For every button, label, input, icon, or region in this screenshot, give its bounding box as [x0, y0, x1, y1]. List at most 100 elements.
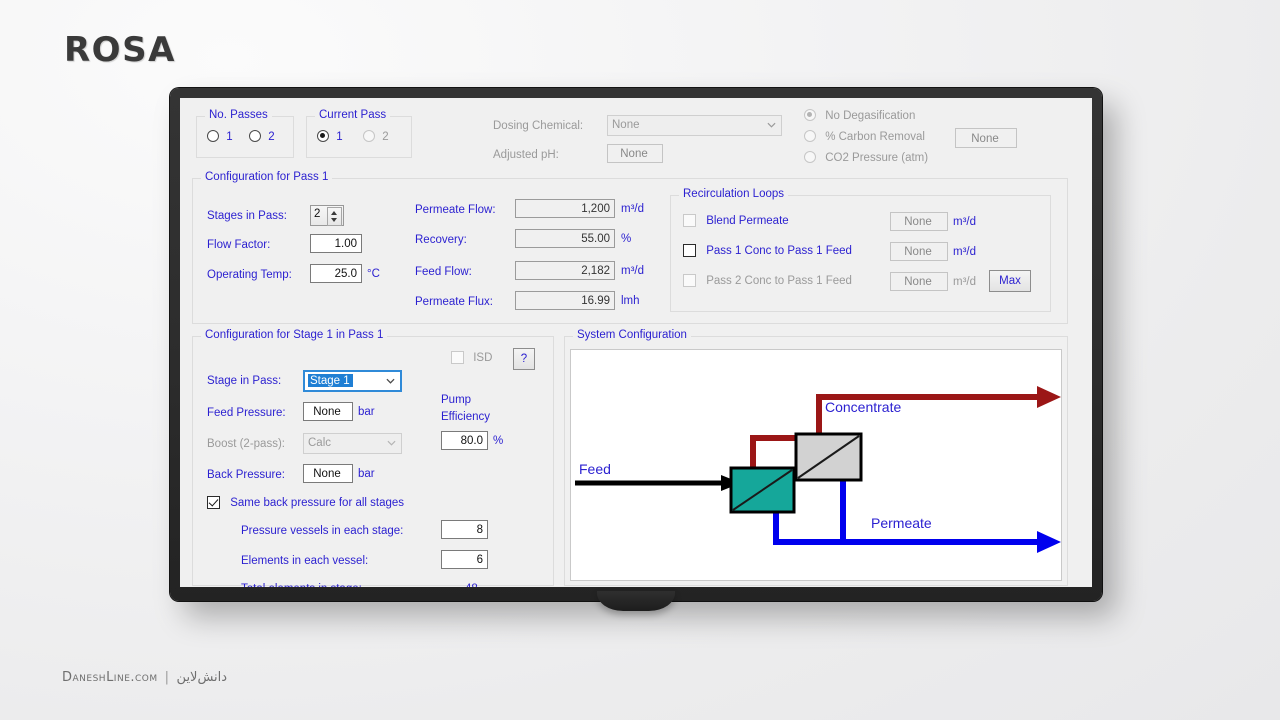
radio-label: 1	[226, 131, 233, 143]
pass1-conc-unit: m³/d	[953, 246, 976, 258]
recovery-input[interactable]: 55.00	[515, 229, 615, 248]
operating-temp-unit: °C	[367, 268, 380, 280]
concentrate-label: Concentrate	[825, 399, 901, 415]
rosa-system-configuration-form: No. Passes 1 2 Current Pass 1 2 Dosing C…	[180, 98, 1092, 587]
group-no-passes-caption: No. Passes	[205, 109, 272, 121]
radio-label: No Degasification	[825, 110, 916, 122]
radio-current-pass-1[interactable]: 1	[317, 130, 343, 143]
adjusted-ph-field[interactable]: None	[607, 144, 663, 163]
permeate-flow-label: Permeate Flow:	[415, 204, 496, 216]
radio-icon	[804, 151, 816, 163]
carbon-removal-field[interactable]: None	[955, 128, 1017, 148]
checkbox-label: ISD	[473, 352, 493, 364]
operating-temp-label: Operating Temp:	[207, 269, 292, 281]
group-system-configuration: System Configuration Feed Concentrate Pe…	[564, 329, 1068, 586]
permeate-flux-input[interactable]: 16.99	[515, 291, 615, 310]
radio-no-passes-2[interactable]: 2	[249, 130, 275, 143]
radio-icon	[317, 130, 329, 142]
group-recirculation-caption: Recirculation Loops	[679, 188, 789, 200]
radio-icon	[363, 130, 375, 142]
rosa-logo: ROSA	[64, 30, 176, 70]
pass2-conc-field[interactable]: None	[890, 272, 948, 291]
watermark-farsi: دانش‌لاین	[176, 670, 228, 685]
flow-factor-input[interactable]: 1.00	[310, 234, 362, 253]
radio-co2-pressure[interactable]: CO2 Pressure (atm)	[804, 151, 928, 164]
stepper-buttons[interactable]	[327, 207, 342, 226]
pump-efficiency-unit: %	[493, 435, 504, 447]
group-current-pass: Current Pass 1 2	[306, 109, 412, 158]
radio-icon	[249, 130, 261, 142]
operating-temp-input[interactable]: 25.0	[310, 264, 362, 283]
flow-diagram-svg: Feed Concentrate Permeate	[575, 386, 1061, 553]
permeate-label: Permeate	[871, 515, 932, 531]
checkbox-blend-permeate[interactable]: Blend Permeate	[683, 214, 789, 227]
permeate-flux-label: Permeate Flux:	[415, 296, 493, 308]
stages-in-pass-value: 2	[314, 208, 321, 220]
feed-label: Feed	[579, 461, 611, 477]
dosing-chemical-select[interactable]: None	[607, 115, 782, 136]
radio-label: 2	[268, 131, 275, 143]
total-elements-label: Total elements in stage:	[241, 583, 362, 587]
adjusted-ph-label: Adjusted pH:	[493, 149, 559, 161]
feed-flow-label: Feed Flow:	[415, 266, 472, 278]
radio-no-degasification[interactable]: No Degasification	[804, 109, 915, 122]
radio-no-passes-1[interactable]: 1	[207, 130, 233, 143]
checkbox-icon	[207, 496, 220, 509]
group-system-config-caption: System Configuration	[573, 329, 691, 341]
pressure-vessels-input[interactable]: 8	[441, 520, 488, 539]
watermark: DaneshLine.com | دانش‌لاین	[62, 670, 227, 685]
pass1-conc-field[interactable]: None	[890, 242, 948, 261]
radio-icon	[804, 130, 816, 142]
monitor-frame: No. Passes 1 2 Current Pass 1 2 Dosing C…	[170, 88, 1102, 611]
permeate-flow-unit: m³/d	[621, 203, 644, 215]
group-current-pass-caption: Current Pass	[315, 109, 391, 121]
total-elements-value: 48	[465, 583, 478, 587]
radio-label: CO2 Pressure (atm)	[825, 152, 929, 164]
radio-icon	[804, 109, 816, 121]
group-recirculation-loops: Recirculation Loops Blend Permeate None …	[670, 188, 1051, 312]
checkbox-label: Pass 2 Conc to Pass 1 Feed	[706, 275, 852, 287]
stages-in-pass-stepper[interactable]: 2	[310, 205, 344, 226]
checkbox-label: Pass 1 Conc to Pass 1 Feed	[706, 245, 852, 257]
elements-in-vessel-input[interactable]: 6	[441, 550, 488, 569]
recovery-label: Recovery:	[415, 234, 467, 246]
pump-efficiency-input[interactable]: 80.0	[441, 431, 488, 450]
radio-icon	[207, 130, 219, 142]
radio-label: % Carbon Removal	[825, 131, 925, 143]
feed-pressure-input[interactable]: None	[303, 402, 353, 421]
blend-permeate-field[interactable]: None	[890, 212, 948, 231]
max-button[interactable]: Max	[989, 270, 1031, 292]
checkbox-label: Same back pressure for all stages	[230, 497, 405, 509]
checkbox-label: Blend Permeate	[706, 215, 789, 227]
checkbox-pass1-conc-to-pass1-feed[interactable]: Pass 1 Conc to Pass 1 Feed	[683, 244, 852, 257]
feed-flow-unit: m³/d	[621, 265, 644, 277]
checkbox-isd[interactable]: ISD	[451, 351, 492, 364]
chevron-down-icon	[386, 378, 395, 384]
stage-in-pass-value: Stage 1	[308, 374, 353, 387]
checkbox-icon	[683, 274, 696, 287]
stage-in-pass-select[interactable]: Stage 1	[303, 370, 402, 392]
chevron-down-icon	[767, 122, 776, 128]
group-configuration-for-pass-1: Configuration for Pass 1 Stages in Pass:…	[192, 171, 1068, 324]
help-button[interactable]: ?	[513, 348, 535, 370]
radio-current-pass-2[interactable]: 2	[363, 130, 389, 143]
boost-label: Boost (2-pass):	[207, 438, 285, 450]
checkbox-icon	[683, 214, 696, 227]
back-pressure-input[interactable]: None	[303, 464, 353, 483]
feed-flow-input[interactable]: 2,182	[515, 261, 615, 280]
caret-up-icon	[331, 211, 337, 215]
checkbox-same-back-pressure[interactable]: Same back pressure for all stages	[207, 496, 404, 509]
feed-pressure-unit: bar	[358, 406, 375, 418]
boost-select[interactable]: Calc	[303, 433, 402, 454]
recovery-unit: %	[621, 233, 632, 245]
back-pressure-label: Back Pressure:	[207, 469, 285, 481]
boost-value: Calc	[308, 437, 332, 449]
checkbox-pass2-conc-to-pass1-feed[interactable]: Pass 2 Conc to Pass 1 Feed	[683, 274, 852, 287]
radio-carbon-removal[interactable]: % Carbon Removal	[804, 130, 925, 143]
permeate-flux-unit: lmh	[621, 295, 640, 307]
checkbox-icon	[683, 244, 696, 257]
checkbox-icon	[451, 351, 464, 364]
group-no-passes: No. Passes 1 2	[196, 109, 294, 158]
permeate-flow-input[interactable]: 1,200	[515, 199, 615, 218]
flow-factor-label: Flow Factor:	[207, 239, 271, 251]
